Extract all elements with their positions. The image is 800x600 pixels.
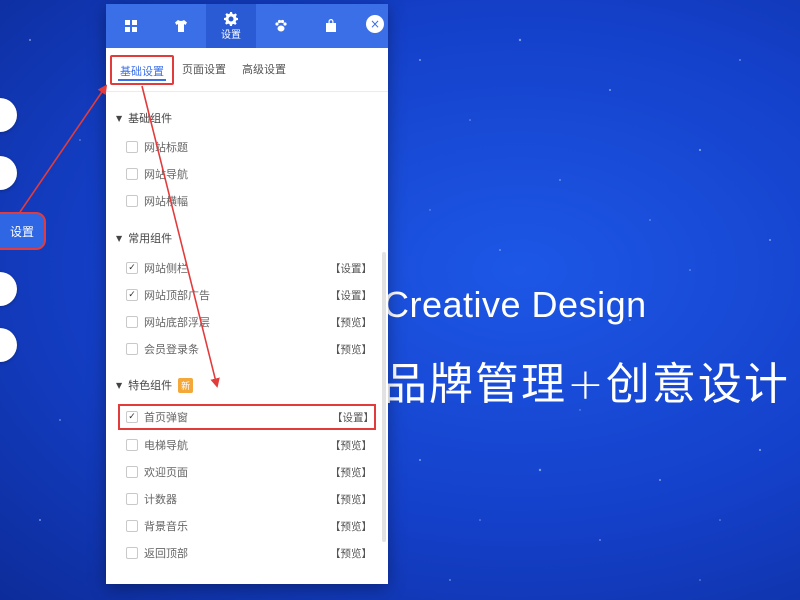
checkbox-checked[interactable]: ✓ — [126, 289, 138, 301]
section-common-header[interactable]: ▼ 常用组件 — [116, 230, 172, 246]
panel-scrollbar[interactable] — [382, 252, 386, 542]
section-special-title: 特色组件 — [128, 379, 173, 392]
new-badge: 新 — [178, 377, 194, 393]
checkbox[interactable] — [126, 343, 138, 355]
list-item-label: 会员登录条 — [144, 343, 199, 356]
bag-icon — [326, 19, 336, 32]
toolbar-tab-settings-label: 设置 — [221, 29, 241, 41]
list-item-label: 计数器 — [144, 493, 177, 506]
list-item-label: 电梯导航 — [144, 439, 188, 452]
checkbox[interactable] — [126, 493, 138, 505]
checkbox[interactable] — [126, 141, 138, 153]
settings-link[interactable]: 【设置】 — [330, 288, 372, 303]
checkbox[interactable] — [126, 520, 138, 532]
checkbox-checked[interactable]: ✓ — [126, 411, 138, 423]
settings-link[interactable]: 【设置】 — [330, 261, 372, 276]
side-nav-circle-2[interactable] — [0, 156, 17, 190]
toolbar-tab-settings[interactable]: 设置 — [206, 4, 256, 48]
list-item-site-nav[interactable]: 网站导航 — [126, 164, 372, 184]
list-item-label: 首页弹窗 — [144, 411, 188, 424]
subtab-advanced-settings[interactable]: 高级设置 — [234, 55, 294, 85]
settings-panel: 设置 × 基础设置 页面设置 高级设置 ▼ 基础组件 网站标题 网站导航 网站横… — [106, 4, 388, 584]
preview-link[interactable]: 【预览】 — [330, 315, 372, 330]
preview-link[interactable]: 【预览】 — [330, 546, 372, 561]
checkbox[interactable] — [126, 547, 138, 559]
side-nav-settings-label: 设置 — [9, 224, 34, 239]
toolbar-tab-shop[interactable] — [306, 4, 356, 48]
preview-link[interactable]: 【预览】 — [330, 342, 372, 357]
toolbar-tab-pets[interactable] — [256, 4, 306, 48]
list-item-label: 网站顶部广告 — [144, 289, 210, 302]
list-item-background-music[interactable]: 背景音乐 【预览】 — [126, 516, 372, 536]
list-item-label: 欢迎页面 — [144, 466, 188, 479]
list-item-label: 网站导航 — [144, 168, 188, 181]
panel-close-button[interactable]: × — [366, 15, 384, 33]
preview-link[interactable]: 【预览】 — [330, 519, 372, 534]
checkbox[interactable] — [126, 439, 138, 451]
list-item-elevator-nav[interactable]: 电梯导航 【预览】 — [126, 435, 372, 455]
list-item-site-banner[interactable]: 网站横幅 — [126, 191, 372, 211]
side-nav-settings-button[interactable]: 设置 — [0, 212, 46, 250]
caret-down-icon: ▼ — [116, 233, 123, 243]
list-item-site-title[interactable]: 网站标题 — [126, 137, 372, 157]
list-item-counter[interactable]: 计数器 【预览】 — [126, 489, 372, 509]
toolbar-tab-grid[interactable] — [106, 4, 156, 48]
list-item-member-login[interactable]: 会员登录条 【预览】 — [126, 339, 372, 359]
panel-subtabs: 基础设置 页面设置 高级设置 — [106, 48, 388, 92]
shirt-icon — [175, 20, 187, 32]
gear-icon — [224, 11, 238, 26]
panel-content: ▼ 基础组件 网站标题 网站导航 网站横幅 ▼ 常用组件 ✓ 网站侧栏 【设置】… — [106, 92, 388, 582]
list-item-home-popup[interactable]: ✓ 首页弹窗 【设置】 — [118, 404, 376, 430]
panel-top-toolbar: 设置 × — [106, 4, 388, 48]
preview-link[interactable]: 【预览】 — [330, 438, 372, 453]
preview-link[interactable]: 【预览】 — [330, 492, 372, 507]
checkbox[interactable] — [126, 466, 138, 478]
hero-chinese-title: 品牌管理+创意设计 — [383, 359, 790, 410]
hero-english-title: Creative Design — [383, 284, 647, 325]
settings-link[interactable]: 【设置】 — [332, 410, 374, 425]
subtab-basic-settings[interactable]: 基础设置 — [110, 54, 174, 85]
close-icon: × — [369, 17, 381, 31]
list-item-top-ad[interactable]: ✓ 网站顶部广告 【设置】 — [126, 285, 372, 305]
section-basic-header[interactable]: ▼ 基础组件 — [116, 110, 172, 126]
checkbox-checked[interactable]: ✓ — [126, 262, 138, 274]
checkbox[interactable] — [126, 168, 138, 180]
section-special-header[interactable]: ▼ 特色组件 新 — [116, 377, 194, 393]
list-item-bottom-float[interactable]: 网站底部浮层 【预览】 — [126, 312, 372, 332]
toolbar-tab-theme[interactable] — [156, 4, 206, 48]
list-item-label: 返回顶部 — [144, 547, 188, 560]
list-item-welcome-page[interactable]: 欢迎页面 【预览】 — [126, 462, 372, 482]
paw-icon — [275, 19, 287, 32]
preview-link[interactable]: 【预览】 — [330, 465, 372, 480]
checkbox[interactable] — [126, 195, 138, 207]
list-item-label: 网站横幅 — [144, 195, 188, 208]
list-item-back-to-top[interactable]: 返回顶部 【预览】 — [126, 543, 372, 563]
side-nav-circle-4[interactable] — [0, 328, 17, 362]
side-nav-circle-1[interactable] — [0, 98, 17, 132]
grid-icon — [125, 20, 137, 32]
section-basic-title: 基础组件 — [128, 112, 173, 125]
list-item-sidebar[interactable]: ✓ 网站侧栏 【设置】 — [126, 258, 372, 278]
list-item-label: 网站侧栏 — [144, 262, 188, 275]
caret-down-icon: ▼ — [116, 113, 123, 123]
checkbox[interactable] — [126, 316, 138, 328]
list-item-label: 背景音乐 — [144, 520, 188, 533]
subtab-page-settings[interactable]: 页面设置 — [174, 55, 234, 85]
arrow-to-basic-tab — [19, 84, 108, 213]
caret-down-icon: ▼ — [116, 380, 123, 390]
section-common-title: 常用组件 — [128, 232, 173, 245]
side-nav-circle-3[interactable] — [0, 272, 17, 306]
list-item-label: 网站标题 — [144, 141, 188, 154]
list-item-label: 网站底部浮层 — [144, 316, 210, 329]
